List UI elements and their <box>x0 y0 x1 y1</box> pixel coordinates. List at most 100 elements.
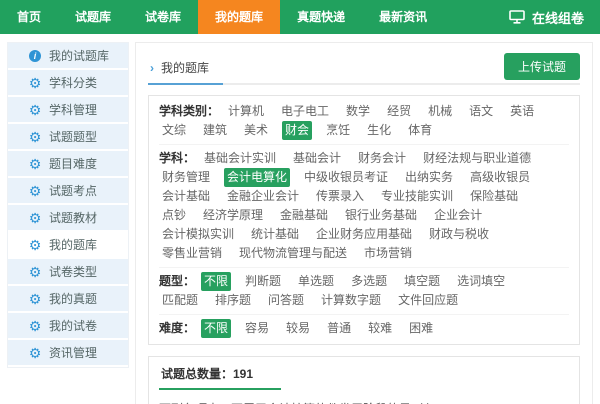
filter-option[interactable]: 传票录入 <box>313 187 367 206</box>
filter-option[interactable]: 判断题 <box>242 272 284 291</box>
filter-option[interactable]: 美术 <box>241 121 271 140</box>
filter-option[interactable]: 高级收银员 <box>467 168 533 187</box>
filter-option[interactable]: 生化 <box>364 121 394 140</box>
filter-option[interactable]: 建筑 <box>200 121 230 140</box>
sidebar-item-label: 我的真题 <box>49 290 97 307</box>
online-assemble-label: 在线组卷 <box>532 8 584 27</box>
sidebar-item[interactable]: 试题教材 <box>8 205 128 230</box>
filter-label: 学科： <box>159 151 195 165</box>
filter-option[interactable]: 困难 <box>406 319 436 338</box>
gear-icon <box>28 346 42 360</box>
nav-item[interactable]: 最新资讯 <box>362 0 444 34</box>
sidebar-item-label: 试卷类型 <box>49 263 97 280</box>
nav-item[interactable]: 试题库 <box>58 0 128 34</box>
filter-option[interactable]: 问答题 <box>265 291 307 310</box>
sidebar: 我的试题库 学科分类 学科管理 试题题型 题目难度 试题考点 试题教材 <box>7 42 129 368</box>
filter-option[interactable]: 不限 <box>201 319 231 338</box>
nav-menu: 首页试题库试卷库我的题库真题快递最新资讯 <box>0 0 444 34</box>
filter-option[interactable]: 金融基础 <box>277 206 331 225</box>
sidebar-item[interactable]: 我的真题 <box>8 286 128 311</box>
filter-option[interactable]: 多选题 <box>348 272 390 291</box>
filter-option[interactable]: 排序题 <box>212 291 254 310</box>
filter-label: 题型： <box>159 274 195 288</box>
nav-item[interactable]: 真题快递 <box>280 0 362 34</box>
filter-option[interactable]: 基础会计实训 <box>201 149 279 168</box>
sidebar-item-label: 资讯管理 <box>49 344 97 361</box>
filter-row-subject: 学科： 基础会计实训基础会计财务会计财经法规与职业道德财务管理会计电算化中级收银员… <box>159 145 569 268</box>
gear-icon <box>28 184 42 198</box>
filter-option[interactable]: 会计电算化 <box>224 168 290 187</box>
page-body: 我的试题库 学科分类 学科管理 试题题型 题目难度 试题考点 试题教材 <box>0 34 600 404</box>
filter-option[interactable]: 匹配题 <box>159 291 201 310</box>
sidebar-item-label: 试题教材 <box>49 209 97 226</box>
filter-option[interactable]: 企业财务应用基础 <box>313 225 415 244</box>
filter-option[interactable]: 英语 <box>507 102 537 121</box>
filter-option[interactable]: 文件回应题 <box>395 291 461 310</box>
filter-option[interactable]: 语文 <box>466 102 496 121</box>
filter-option[interactable]: 企业会计 <box>431 206 485 225</box>
filter-option[interactable]: 会计模拟实训 <box>159 225 237 244</box>
filter-option[interactable]: 金融企业会计 <box>224 187 302 206</box>
filter-option[interactable]: 数学 <box>343 102 373 121</box>
gear-icon <box>28 319 42 333</box>
question-total-count: 试题总数量：191 <box>159 365 281 390</box>
top-nav: 首页试题库试卷库我的题库真题快递最新资讯 在线组卷 <box>0 0 600 34</box>
filter-option[interactable]: 财会 <box>282 121 312 140</box>
filter-option[interactable]: 保险基础 <box>467 187 521 206</box>
sidebar-item[interactable]: 题目难度 <box>8 151 128 176</box>
filter-option[interactable]: 财务管理 <box>159 168 213 187</box>
filter-option[interactable]: 经贸 <box>384 102 414 121</box>
sidebar-item-label: 试题考点 <box>49 182 97 199</box>
filter-option[interactable]: 文综 <box>159 121 189 140</box>
main-content: ›我的题库 上传试题 学科类别：计算机电子电工数学经贸机械语文英语文综建筑美术财… <box>135 42 593 404</box>
gear-icon <box>28 292 42 306</box>
upload-question-button[interactable]: 上传试题 <box>504 53 580 80</box>
filter-option[interactable]: 容易 <box>242 319 272 338</box>
gear-icon <box>28 103 42 117</box>
chevron-right-icon: › <box>150 61 154 75</box>
filter-option[interactable]: 不限 <box>201 272 231 291</box>
filter-option[interactable]: 电子电工 <box>278 102 332 121</box>
sidebar-item[interactable]: 试题题型 <box>8 124 128 149</box>
filter-option[interactable]: 计算数字题 <box>318 291 384 310</box>
filter-panel: 学科类别： 计算机电子电工数学经贸机械语文英语文综建筑美术财会烹饪生化体育 学科：… <box>148 95 580 345</box>
online-assemble-button[interactable]: 在线组卷 <box>509 0 600 34</box>
filter-option[interactable]: 银行业务基础 <box>342 206 420 225</box>
nav-item[interactable]: 首页 <box>0 0 58 34</box>
filter-option[interactable]: 较难 <box>365 319 395 338</box>
filter-option[interactable]: 现代物流管理与配送 <box>236 244 350 263</box>
filter-label: 学科类别： <box>159 104 219 118</box>
filter-option[interactable]: 经济学原理 <box>200 206 266 225</box>
filter-option[interactable]: 零售业营销 <box>159 244 225 263</box>
sidebar-item[interactable]: 我的试题库 <box>8 43 128 68</box>
filter-option[interactable]: 中级收银员考证 <box>301 168 391 187</box>
filter-option[interactable]: 选词填空 <box>454 272 508 291</box>
filter-option[interactable]: 财经法规与职业道德 <box>420 149 534 168</box>
filter-option[interactable]: 出纳实务 <box>402 168 456 187</box>
filter-option[interactable]: 填空题 <box>401 272 443 291</box>
filter-option[interactable]: 机械 <box>425 102 455 121</box>
filter-option[interactable]: 专业技能实训 <box>378 187 456 206</box>
filter-option[interactable]: 单选题 <box>295 272 337 291</box>
filter-option[interactable]: 财政与税收 <box>426 225 492 244</box>
filter-option[interactable]: 较易 <box>283 319 313 338</box>
nav-item[interactable]: 我的题库 <box>198 0 280 34</box>
sidebar-item[interactable]: 我的题库 <box>8 232 128 257</box>
filter-option[interactable]: 市场营销 <box>361 244 415 263</box>
filter-option[interactable]: 点钞 <box>159 206 189 225</box>
filter-option[interactable]: 体育 <box>405 121 435 140</box>
sidebar-item[interactable]: 学科管理 <box>8 97 128 122</box>
filter-option[interactable]: 计算机 <box>225 102 267 121</box>
sidebar-item[interactable]: 试卷类型 <box>8 259 128 284</box>
filter-option[interactable]: 基础会计 <box>290 149 344 168</box>
sidebar-item[interactable]: 资讯管理 <box>8 340 128 365</box>
filter-option[interactable]: 会计基础 <box>159 187 213 206</box>
nav-item[interactable]: 试卷库 <box>128 0 198 34</box>
sidebar-item[interactable]: 我的试卷 <box>8 313 128 338</box>
filter-option[interactable]: 财务会计 <box>355 149 409 168</box>
filter-option[interactable]: 统计基础 <box>248 225 302 244</box>
filter-option[interactable]: 普通 <box>324 319 354 338</box>
filter-option[interactable]: 烹饪 <box>323 121 353 140</box>
sidebar-item[interactable]: 学科分类 <box>8 70 128 95</box>
sidebar-item[interactable]: 试题考点 <box>8 178 128 203</box>
